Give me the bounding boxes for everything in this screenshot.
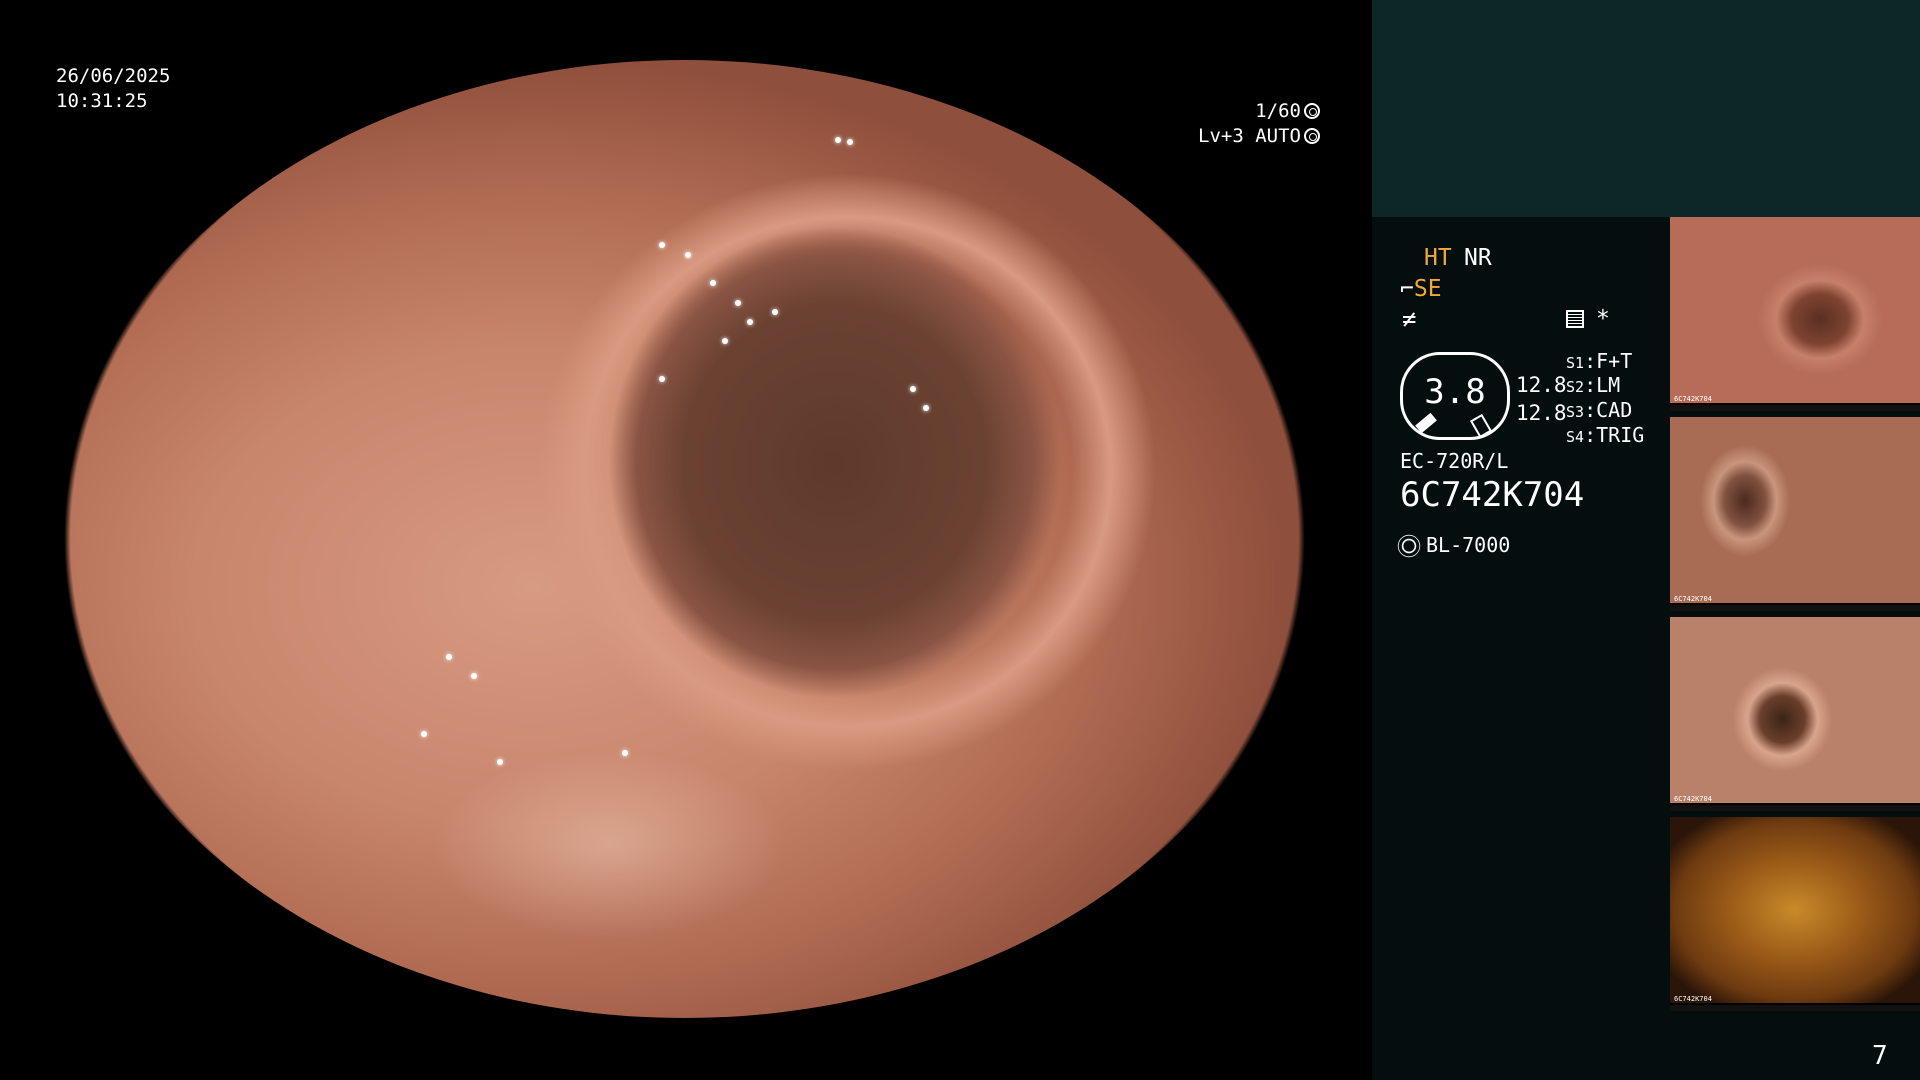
light-reflection [709,280,716,287]
ratio-top: 12.8 [1516,373,1567,397]
page-number: 7 [1872,1041,1888,1071]
switch-row-s1: S1:F+T [1566,349,1633,373]
light-reflection [772,309,779,316]
thumbnail-bar [1670,605,1920,611]
switch-value: TRIG [1596,423,1645,447]
iris-icon [1304,128,1320,144]
top-crop [0,0,1372,60]
thumbnail-image [1670,817,1920,1003]
shutter-icon [1304,103,1320,119]
side-panel-header [1372,0,1920,217]
shutter-speed: 1/60 [1255,100,1301,122]
exposure-info: 1/60 Lv+3 AUTO [1180,99,1320,149]
captured-thumbnail[interactable]: 6C742K704 [1670,817,1920,1011]
thumbnail-label: 6C742K704 [1674,995,1712,1003]
thumbnail-label: 6C742K704 [1674,795,1712,803]
endoscopic-image [58,60,1311,1018]
light-reflection [910,385,917,392]
switch-key: S2 [1566,378,1585,396]
thumbnail-image [1670,617,1920,803]
light-reflection [847,138,854,145]
light-reflection [747,318,754,325]
ht-indicator: HT [1424,245,1452,271]
light-reflection [834,136,841,143]
thumbnail-image [1670,417,1920,603]
switch-row-s3: S3:CAD [1566,398,1633,422]
light-reflection [621,749,628,756]
light-source-row: BL-7000 [1400,531,1510,559]
switch-key: S1 [1566,354,1585,372]
ratio-bottom: 12.8 [1516,401,1567,425]
light-reflection [496,759,503,766]
thumbnail-label: 6C742K704 [1674,395,1712,403]
light-reflection [421,730,428,737]
se-row: ⌐SE [1400,275,1442,303]
light-reflection [684,251,691,258]
thumbnail-bar [1670,805,1920,811]
light-reflection [659,376,666,383]
menu-icon [1566,310,1584,328]
light-reflection [922,404,929,411]
light-reflection [722,337,729,344]
switch-key: S4 [1566,428,1585,446]
scope-model: EC-720R/L [1400,449,1509,473]
light-reflection [734,299,741,306]
menu-row: * [1566,305,1610,333]
light-reflection [471,673,478,680]
switch-value: LM [1596,373,1621,397]
date: 26/06/2025 [56,65,171,87]
thumbnail-bar [1670,1005,1920,1011]
switch-row-s2: S2:LM [1566,373,1621,397]
date-time: 26/06/2025 10:31:25 [56,64,170,114]
captured-thumbnail[interactable]: 6C742K704 [1670,417,1920,611]
gauge-value: 3.8 [1424,372,1486,412]
captured-thumbnail[interactable]: 6C742K704 [1670,617,1920,811]
switch-key: S3 [1566,403,1585,421]
bottom-crop [0,1018,1372,1080]
light-source: BL-7000 [1426,533,1511,557]
thumbnail-bar [1670,405,1920,411]
endoscope-view: 26/06/2025 10:31:25 1/60 Lv+3 AUTO [0,0,1372,1080]
structure-enhancement-icon: ⌐ [1400,276,1414,302]
nr-indicator: NR [1464,245,1492,271]
light-reflection [659,242,666,249]
scope-serial: 6C742K704 [1400,475,1585,515]
mode-symbol: ≠ [1402,305,1417,333]
light-source-icon [1401,538,1417,554]
time: 10:31:25 [56,90,148,112]
thumbnail-label: 6C742K704 [1674,595,1712,603]
switch-value: F+T [1596,349,1633,373]
brightness-level: Lv+3 [1198,125,1244,147]
iris-mode: AUTO [1255,125,1301,147]
switch-row-s4: S4:TRIG [1566,423,1645,447]
switch-value: CAD [1596,398,1633,422]
asterisk-indicator: * [1596,306,1610,332]
se-indicator: SE [1413,276,1442,302]
thumbnail-image [1670,217,1920,403]
light-reflection [446,653,453,660]
captured-thumbnail[interactable]: 6C742K704 [1670,217,1920,411]
